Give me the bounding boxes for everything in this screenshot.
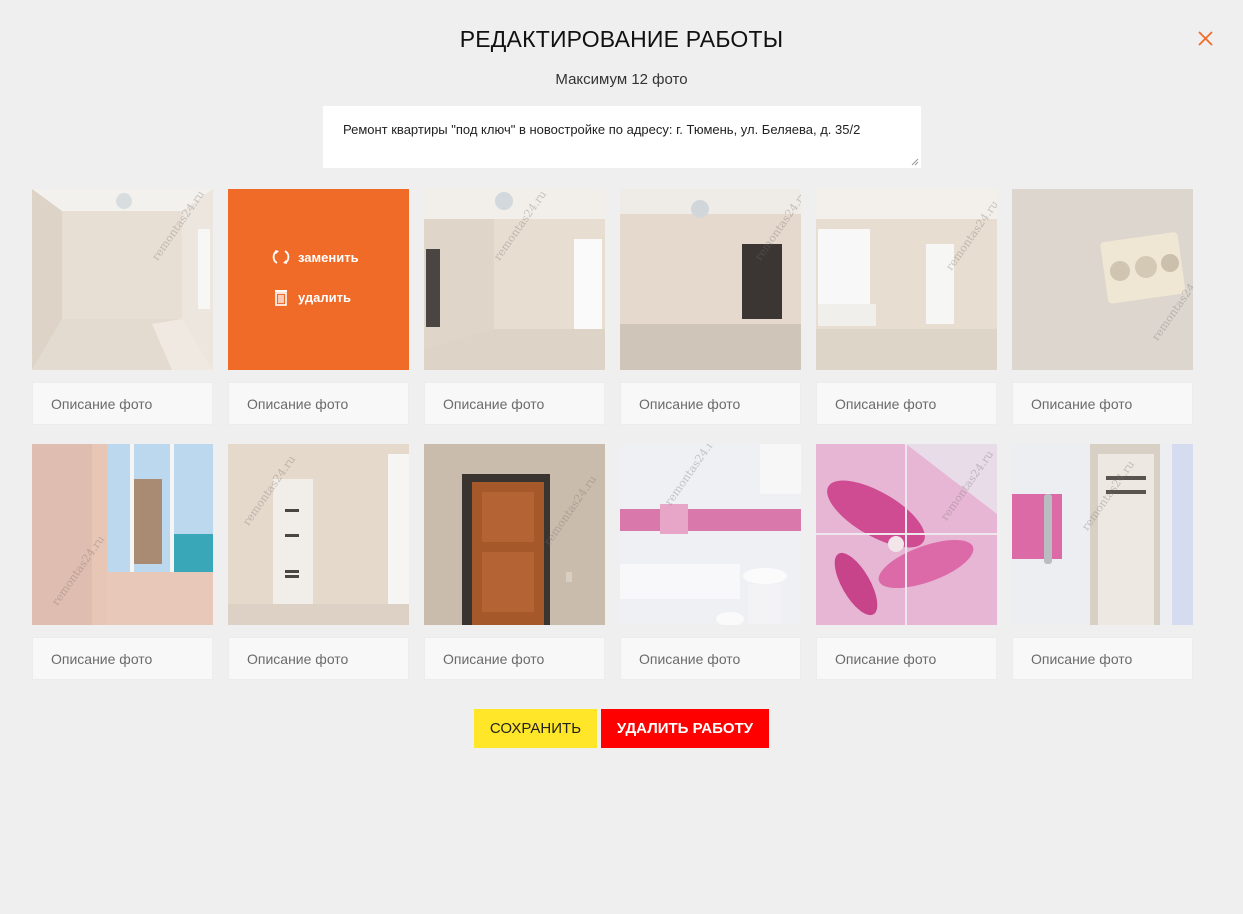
wall-socket-image xyxy=(1012,189,1193,370)
photo-description-input[interactable]: Описание фото xyxy=(32,382,213,425)
photo-item: remontas24.ru Описание фото xyxy=(32,444,213,680)
work-description-text: Ремонт квартиры "под ключ" в новостройке… xyxy=(343,122,861,137)
room-photo-image xyxy=(620,189,801,370)
photo-description-input[interactable]: Описание фото xyxy=(228,382,409,425)
work-description-field[interactable]: Ремонт квартиры "под ключ" в новостройке… xyxy=(322,105,922,169)
close-button[interactable] xyxy=(1194,27,1216,49)
photo-description-input[interactable]: Описание фото xyxy=(1012,637,1193,680)
photo-thumbnail[interactable]: remontas24.ru xyxy=(32,189,213,370)
photo-thumbnail[interactable]: remontas24.ru xyxy=(32,444,213,625)
photo-thumbnail[interactable]: remontas24.ru xyxy=(816,189,997,370)
photo-thumbnail[interactable]: remontas24.ru xyxy=(228,444,409,625)
photo-thumbnail[interactable]: заменить удалить xyxy=(228,189,409,370)
delete-label: удалить xyxy=(298,289,351,305)
photo-description-input[interactable]: Описание фото xyxy=(620,382,801,425)
entrance-door-image xyxy=(424,444,605,625)
close-icon xyxy=(1198,31,1213,46)
photo-thumbnail[interactable]: remontas24.ru xyxy=(1012,189,1193,370)
photo-item: заменить удалить Описание фото xyxy=(228,189,409,425)
photo-item: remontas24.ru Описание фото xyxy=(816,189,997,425)
photo-thumbnail[interactable]: remontas24.ru xyxy=(816,444,997,625)
photo-thumbnail[interactable]: remontas24.ru xyxy=(620,189,801,370)
photo-description-input[interactable]: Описание фото xyxy=(32,637,213,680)
photo-item: remontas24.ru Описание фото xyxy=(1012,444,1193,680)
photo-thumbnail[interactable]: remontas24.ru xyxy=(424,444,605,625)
hallway-door-image xyxy=(228,444,409,625)
dialog-title: РЕДАКТИРОВАНИЕ РАБОТЫ xyxy=(459,26,784,52)
photo-item: remontas24.ru Описание фото xyxy=(620,189,801,425)
refresh-icon xyxy=(272,250,290,264)
photo-thumbnail[interactable]: remontas24.ru xyxy=(1012,444,1193,625)
photo-description-input[interactable]: Описание фото xyxy=(424,637,605,680)
photo-grid: remontas24.ru Описание фото заменить уда… xyxy=(32,189,1193,680)
photo-thumbnail[interactable]: remontas24.ru xyxy=(424,189,605,370)
replace-label: заменить xyxy=(298,249,359,265)
photo-description-input[interactable]: Описание фото xyxy=(620,637,801,680)
photo-item: remontas24.ru Описание фото xyxy=(424,189,605,425)
photo-item: remontas24.ru Описание фото xyxy=(228,444,409,680)
bathroom-door-image xyxy=(1012,444,1193,625)
photo-hover-overlay: заменить удалить xyxy=(228,189,409,370)
replace-photo-button[interactable]: заменить xyxy=(272,248,359,266)
max-photos-note: Максимум 12 фото xyxy=(555,71,688,88)
photo-item: remontas24.ru Описание фото xyxy=(32,189,213,425)
photo-item: remontas24.ru Описание фото xyxy=(424,444,605,680)
photo-description-input[interactable]: Описание фото xyxy=(816,637,997,680)
save-button[interactable]: СОХРАНИТЬ xyxy=(474,709,597,748)
bathroom-image xyxy=(620,444,801,625)
photo-item: remontas24.ru Описание фото xyxy=(816,444,997,680)
delete-photo-button[interactable]: удалить xyxy=(272,288,351,306)
photo-description-input[interactable]: Описание фото xyxy=(228,637,409,680)
delete-work-button[interactable]: УДАЛИТЬ РАБОТУ xyxy=(601,709,769,748)
photo-description-input[interactable]: Описание фото xyxy=(1012,382,1193,425)
room-photo-image xyxy=(424,189,605,370)
edit-work-dialog: РЕДАКТИРОВАНИЕ РАБОТЫ Максимум 12 фото Р… xyxy=(0,0,1243,914)
photo-thumbnail[interactable]: remontas24.ru xyxy=(620,444,801,625)
photo-description-input[interactable]: Описание фото xyxy=(424,382,605,425)
resize-grip-icon[interactable] xyxy=(911,158,919,166)
photo-item: remontas24.ru Описание фото xyxy=(620,444,801,680)
room-photo-image xyxy=(816,189,997,370)
trash-icon xyxy=(275,290,287,306)
photo-description-input[interactable]: Описание фото xyxy=(816,382,997,425)
photo-item: remontas24.ru Описание фото xyxy=(1012,189,1193,425)
